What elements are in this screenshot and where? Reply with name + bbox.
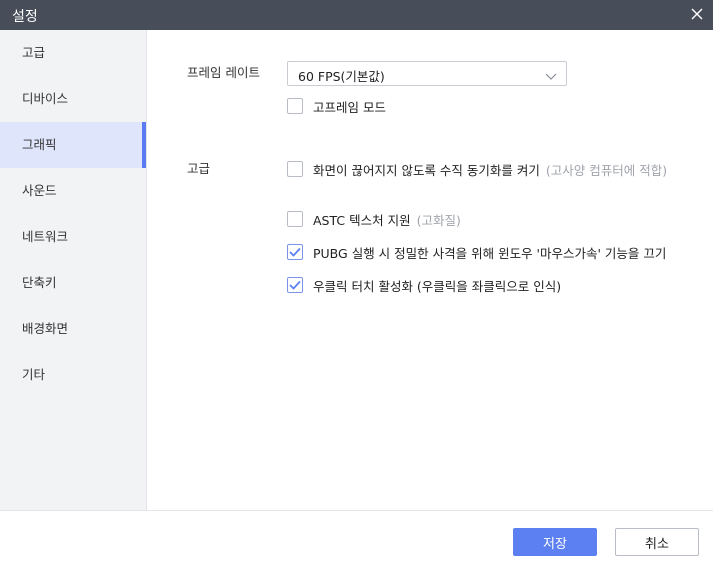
- checkbox-label: 화면이 끊어지지 않도록 수직 동기화를 켜기: [313, 162, 540, 178]
- cancel-button[interactable]: 취소: [615, 528, 699, 556]
- title-bar: 설정: [0, 0, 713, 30]
- window-title: 설정: [12, 9, 38, 25]
- sidebar-item-label: 배경화면: [22, 321, 69, 336]
- vsync-checkbox[interactable]: 화면이 끊어지지 않도록 수직 동기화를 켜기 (고사양 컴퓨터에 적합): [287, 160, 667, 178]
- sidebar: 고급 디바이스 그래픽 사운드 네트워크 단축키 배경화면 기타: [0, 30, 147, 510]
- pubg-mouse-accel-checkbox[interactable]: PUBG 실행 시 정밀한 사격을 위해 윈도우 '마우스가속' 기능을 끄기: [287, 243, 666, 261]
- checkbox-hint: (고화질): [416, 212, 461, 228]
- sidebar-item-label: 그래픽: [22, 137, 57, 152]
- sidebar-item-label: 단축키: [22, 275, 57, 290]
- checkbox-hint: (고사양 컴퓨터에 적합): [545, 162, 668, 178]
- sidebar-item-network[interactable]: 네트워크: [0, 214, 146, 260]
- checkbox-label: 고프레임 모드: [313, 99, 386, 115]
- sidebar-item-label: 기타: [22, 367, 46, 382]
- sidebar-item-device[interactable]: 디바이스: [0, 76, 146, 122]
- checkbox-box[interactable]: [287, 277, 303, 293]
- sidebar-item-shortcuts[interactable]: 단축키: [0, 260, 146, 306]
- check-icon: [289, 280, 301, 290]
- sidebar-item-graphics[interactable]: 그래픽: [0, 122, 146, 168]
- framerate-select-value: 60 FPS(기본값): [298, 69, 385, 84]
- sidebar-item-sound[interactable]: 사운드: [0, 168, 146, 214]
- sidebar-item-label: 고급: [22, 45, 46, 60]
- sidebar-item-label: 디바이스: [22, 91, 69, 106]
- framerate-label: 프레임 레이트: [187, 65, 260, 80]
- high-frame-mode-checkbox[interactable]: 고프레임 모드: [287, 97, 386, 115]
- sidebar-item-label: 네트워크: [22, 229, 69, 244]
- sidebar-item-advanced[interactable]: 고급: [0, 30, 146, 76]
- sidebar-item-other[interactable]: 기타: [0, 352, 146, 398]
- checkbox-label: 우클릭 터치 활성화 (우클릭을 좌클릭으로 인식): [313, 278, 562, 294]
- sidebar-item-wallpaper[interactable]: 배경화면: [0, 306, 146, 352]
- advanced-label: 고급: [187, 161, 211, 176]
- framerate-select[interactable]: 60 FPS(기본값): [287, 61, 567, 86]
- save-button[interactable]: 저장: [513, 528, 597, 556]
- checkbox-box[interactable]: [287, 98, 303, 114]
- checkbox-box[interactable]: [287, 211, 303, 227]
- close-icon[interactable]: [689, 6, 705, 22]
- right-click-touch-checkbox[interactable]: 우클릭 터치 활성화 (우클릭을 좌클릭으로 인식): [287, 276, 561, 294]
- checkbox-box[interactable]: [287, 244, 303, 260]
- checkbox-box[interactable]: [287, 161, 303, 177]
- astc-checkbox[interactable]: ASTC 텍스처 지원 (고화질): [287, 210, 461, 228]
- footer: 저장 취소: [0, 510, 713, 564]
- chevron-down-icon: [545, 70, 557, 80]
- checkbox-label: PUBG 실행 시 정밀한 사격을 위해 윈도우 '마우스가속' 기능을 끄기: [313, 245, 667, 261]
- check-icon: [289, 247, 301, 257]
- checkbox-label: ASTC 텍스처 지원: [313, 212, 411, 228]
- sidebar-item-label: 사운드: [22, 183, 57, 198]
